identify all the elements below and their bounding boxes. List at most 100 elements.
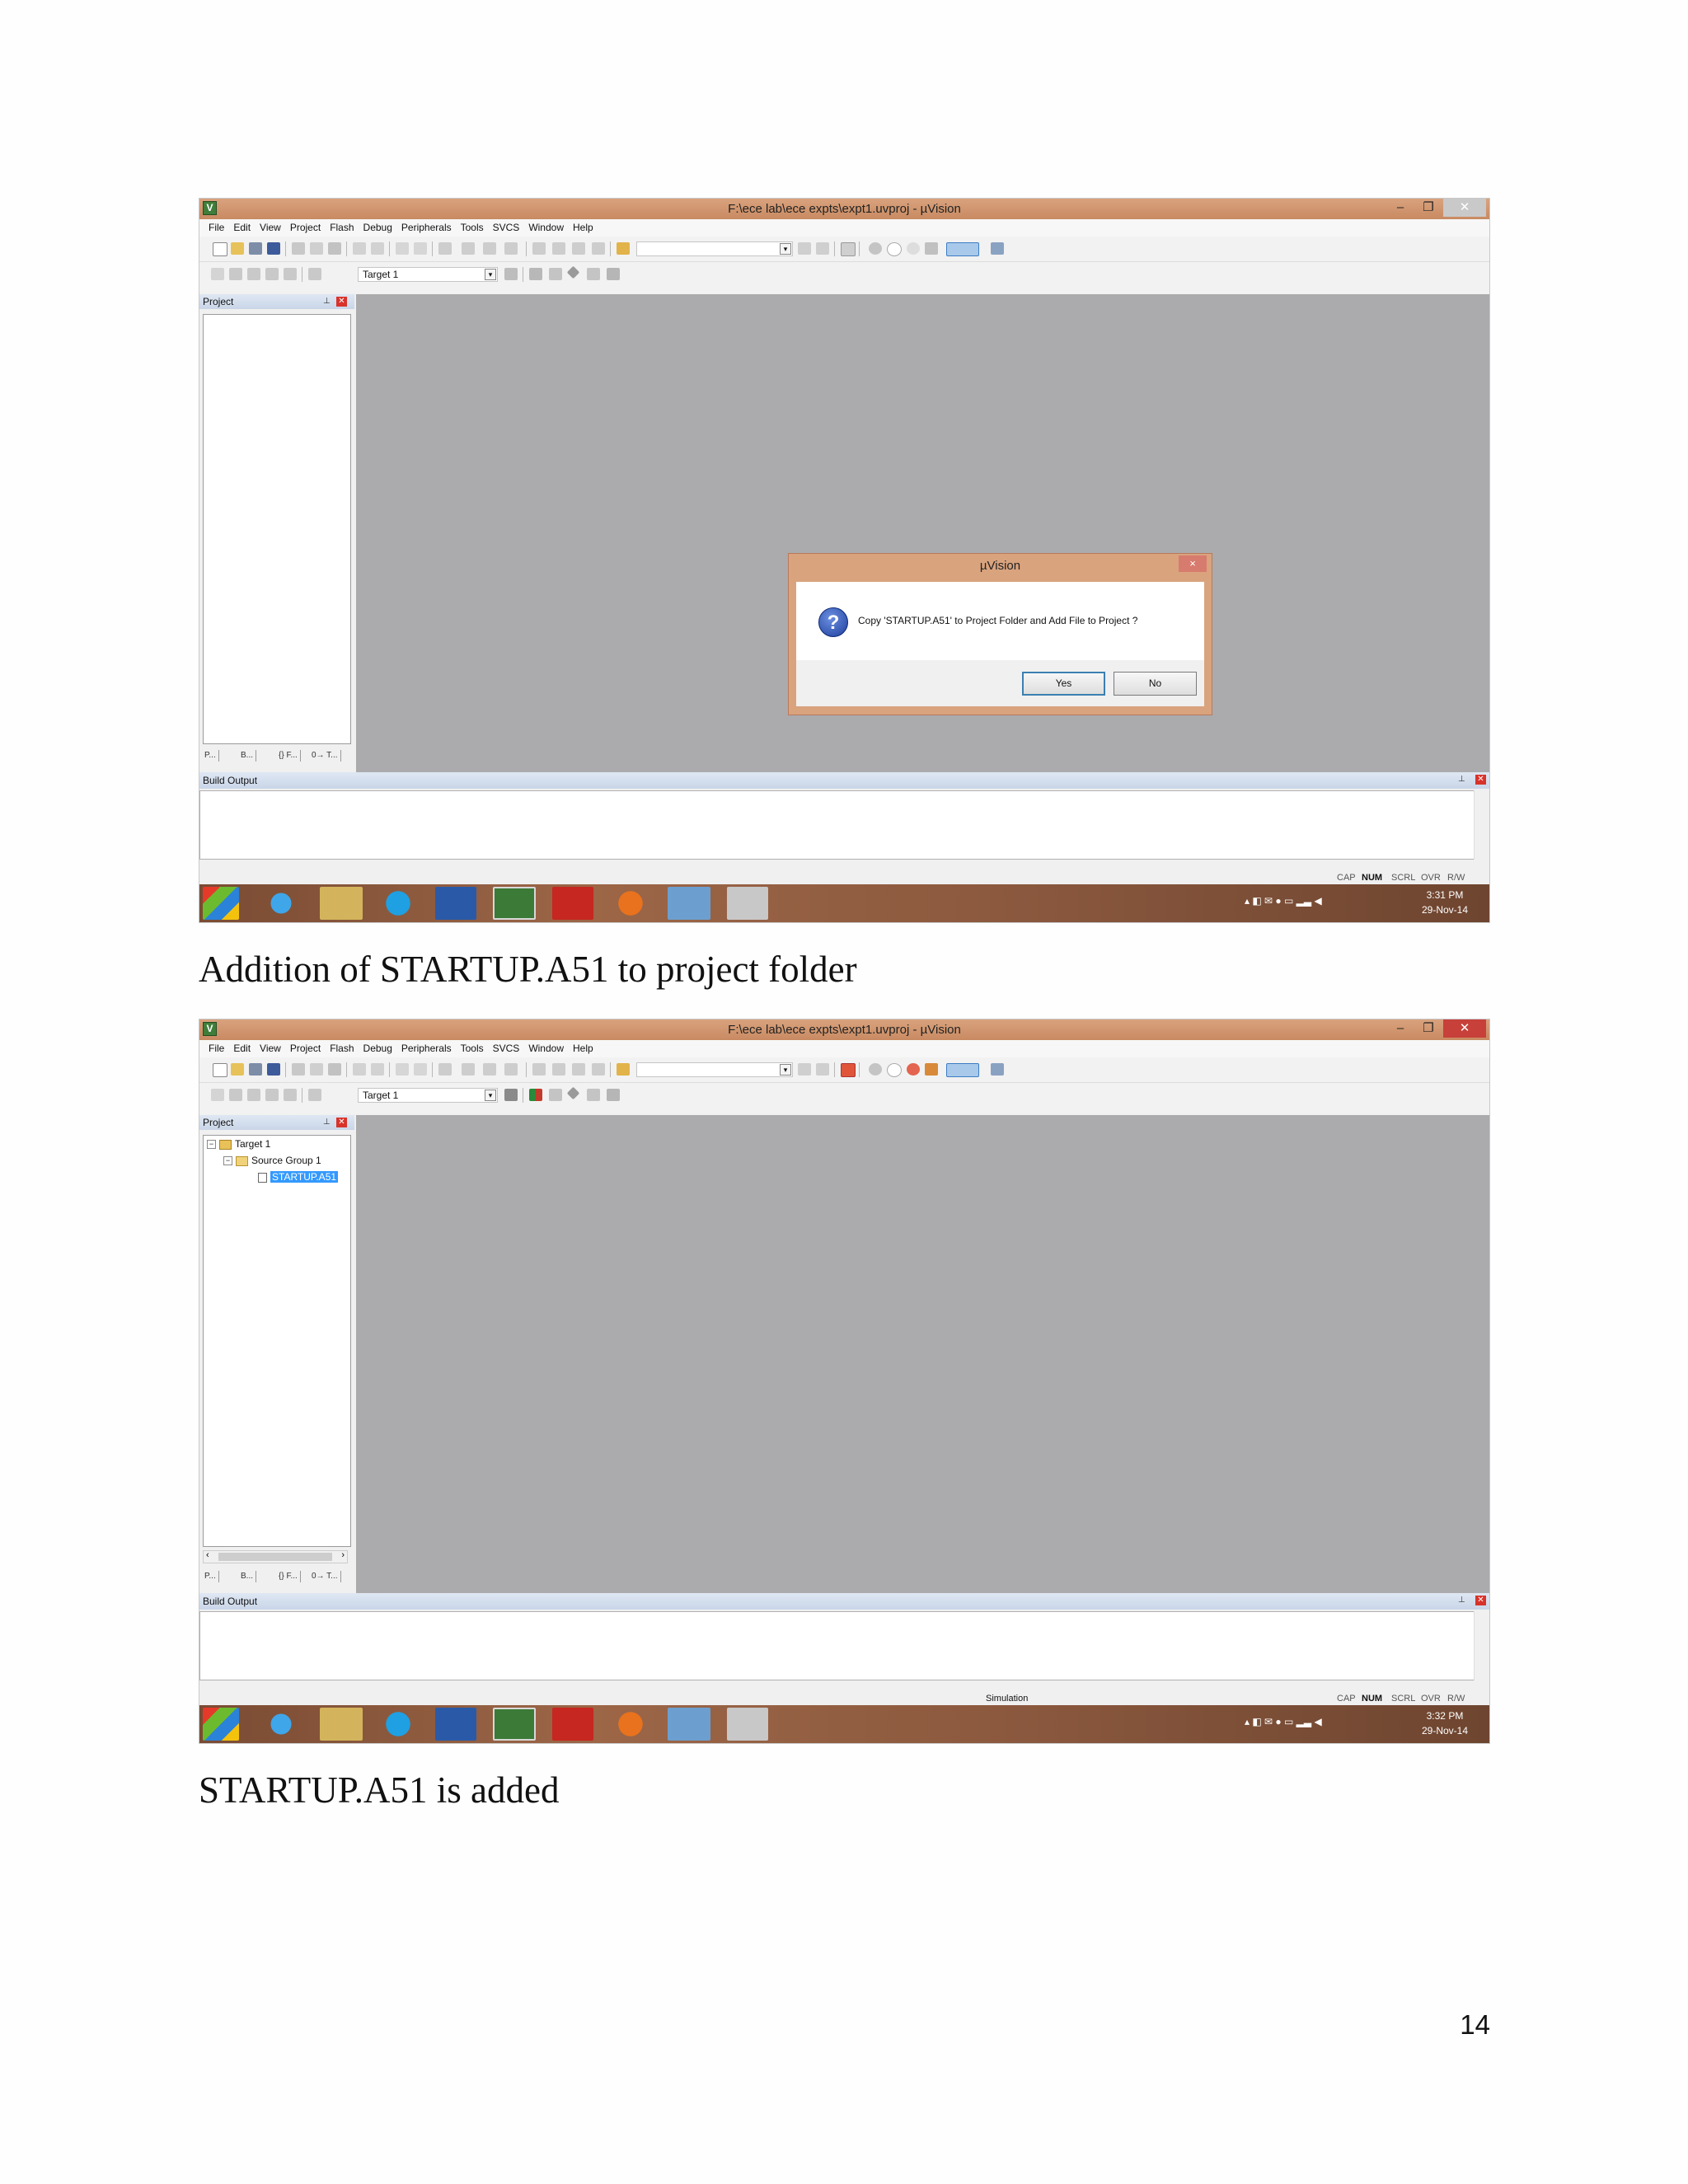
select-packs-icon[interactable] <box>587 1089 600 1101</box>
find-icon[interactable] <box>798 242 811 255</box>
tab-project[interactable]: P... <box>204 750 219 762</box>
manage-rte-icon[interactable] <box>607 1089 620 1101</box>
pin-icon[interactable]: ⊥ <box>323 297 331 307</box>
start-icon[interactable] <box>203 1708 239 1741</box>
uvision-taskbar-icon[interactable] <box>493 1708 536 1741</box>
tab-templates[interactable]: 0→ T... <box>312 750 341 762</box>
pack-installer-icon[interactable] <box>566 265 580 279</box>
save-icon[interactable] <box>249 1063 262 1076</box>
disable-all-breakpoints-icon[interactable] <box>907 242 920 255</box>
yes-button[interactable]: Yes <box>1022 672 1105 696</box>
minimize-button[interactable]: – <box>1387 1019 1414 1038</box>
dialog-close-button[interactable]: × <box>1179 555 1207 572</box>
uvision-taskbar-icon[interactable] <box>493 887 536 920</box>
minimize-button[interactable]: – <box>1387 199 1414 217</box>
tab-templates[interactable]: 0→ T... <box>312 1571 341 1582</box>
menu-peripherals[interactable]: Peripherals <box>401 219 452 237</box>
skype-icon[interactable] <box>377 887 419 920</box>
manage-books-icon[interactable] <box>549 268 562 280</box>
comment-icon[interactable] <box>572 1063 585 1076</box>
build-icon[interactable] <box>229 1089 242 1101</box>
cut-icon[interactable] <box>292 1063 305 1076</box>
disable-breakpoint-icon[interactable] <box>887 1063 902 1077</box>
stop-build-icon[interactable] <box>284 1089 297 1101</box>
internet-explorer-icon[interactable] <box>262 1708 300 1741</box>
menu-file[interactable]: File <box>209 219 224 237</box>
batch-build-icon[interactable] <box>265 268 279 280</box>
file-explorer-icon[interactable] <box>320 1708 363 1741</box>
open-file-icon[interactable] <box>231 1063 244 1076</box>
menu-svcs[interactable]: SVCS <box>493 219 520 237</box>
build-output-scrollbar[interactable] <box>1474 1611 1489 1680</box>
unindent-icon[interactable] <box>552 1063 565 1076</box>
internet-explorer-icon[interactable] <box>262 887 300 920</box>
unindent-icon[interactable] <box>552 242 565 255</box>
tree-item-source-group[interactable]: − Source Group 1 <box>223 1152 321 1169</box>
incremental-find-icon[interactable] <box>816 1063 829 1076</box>
kill-all-breakpoints-icon[interactable] <box>925 1063 938 1076</box>
scroll-right-icon[interactable]: › <box>341 1550 345 1560</box>
breakpoint-icon[interactable] <box>869 242 882 255</box>
menu-view[interactable]: View <box>260 219 281 237</box>
redo-icon[interactable] <box>371 242 384 255</box>
paste-icon[interactable] <box>328 1063 341 1076</box>
collapse-icon[interactable]: − <box>207 1140 216 1150</box>
comment-icon[interactable] <box>572 242 585 255</box>
build-output-pane[interactable] <box>199 1611 1475 1680</box>
menu-window[interactable]: Window <box>528 1040 564 1057</box>
next-bookmark-icon[interactable] <box>483 1063 496 1076</box>
configure-icon[interactable] <box>991 1063 1004 1076</box>
find-in-files-icon[interactable] <box>617 242 630 255</box>
word-icon[interactable] <box>435 887 476 920</box>
nav-back-icon[interactable] <box>396 242 409 255</box>
manage-books-icon[interactable] <box>549 1089 562 1101</box>
tab-functions[interactable]: {} F... <box>279 750 301 762</box>
tree-item-startup-file[interactable]: STARTUP.A51 <box>258 1169 339 1185</box>
debug-session-icon[interactable] <box>841 242 856 256</box>
taskbar-clock[interactable]: 3:32 PM 29-Nov-14 <box>1422 1708 1468 1738</box>
save-icon[interactable] <box>249 242 262 255</box>
close-pane-icon[interactable]: ✕ <box>336 1118 347 1127</box>
batch-build-icon[interactable] <box>265 1089 279 1101</box>
scroll-thumb[interactable] <box>218 1553 332 1561</box>
bookmark-icon[interactable] <box>438 1063 452 1076</box>
acrobat-icon[interactable] <box>552 887 593 920</box>
copy-icon[interactable] <box>310 242 323 255</box>
indent-icon[interactable] <box>532 242 546 255</box>
clear-bookmarks-icon[interactable] <box>504 1063 518 1076</box>
translate-icon[interactable] <box>211 1089 224 1101</box>
target-select[interactable]: Target 1 ▾ <box>358 267 498 282</box>
nav-back-icon[interactable] <box>396 1063 409 1076</box>
snipping-tool-icon[interactable] <box>727 887 768 920</box>
incremental-find-icon[interactable] <box>816 242 829 255</box>
components-icon[interactable] <box>529 268 542 280</box>
menu-flash[interactable]: Flash <box>330 1040 354 1057</box>
menu-project[interactable]: Project <box>290 219 321 237</box>
no-button[interactable]: No <box>1114 672 1197 696</box>
target-options-icon[interactable] <box>504 1089 518 1101</box>
download-icon[interactable] <box>308 1089 321 1101</box>
word-icon[interactable] <box>435 1708 476 1741</box>
menu-edit[interactable]: Edit <box>233 1040 251 1057</box>
nav-forward-icon[interactable] <box>414 1063 427 1076</box>
undo-icon[interactable] <box>353 1063 366 1076</box>
build-icon[interactable] <box>229 268 242 280</box>
acrobat-icon[interactable] <box>552 1708 593 1741</box>
close-pane-icon[interactable]: ✕ <box>336 297 347 307</box>
scroll-left-icon[interactable]: ‹ <box>206 1550 209 1560</box>
manage-rte-icon[interactable] <box>607 268 620 280</box>
restore-button[interactable]: ❐ <box>1415 199 1442 217</box>
select-packs-icon[interactable] <box>587 268 600 280</box>
paste-icon[interactable] <box>328 242 341 255</box>
menu-tools[interactable]: Tools <box>461 1040 484 1057</box>
close-button[interactable]: ✕ <box>1443 1019 1486 1038</box>
stop-build-icon[interactable] <box>284 268 297 280</box>
redo-icon[interactable] <box>371 1063 384 1076</box>
window-layout-icon[interactable] <box>946 1063 979 1077</box>
file-explorer-icon[interactable] <box>320 887 363 920</box>
menu-view[interactable]: View <box>260 1040 281 1057</box>
snipping-tool-icon[interactable] <box>727 1708 768 1741</box>
menu-peripherals[interactable]: Peripherals <box>401 1040 452 1057</box>
download-icon[interactable] <box>308 268 321 280</box>
pin-icon[interactable]: ⊥ <box>1458 1596 1466 1605</box>
